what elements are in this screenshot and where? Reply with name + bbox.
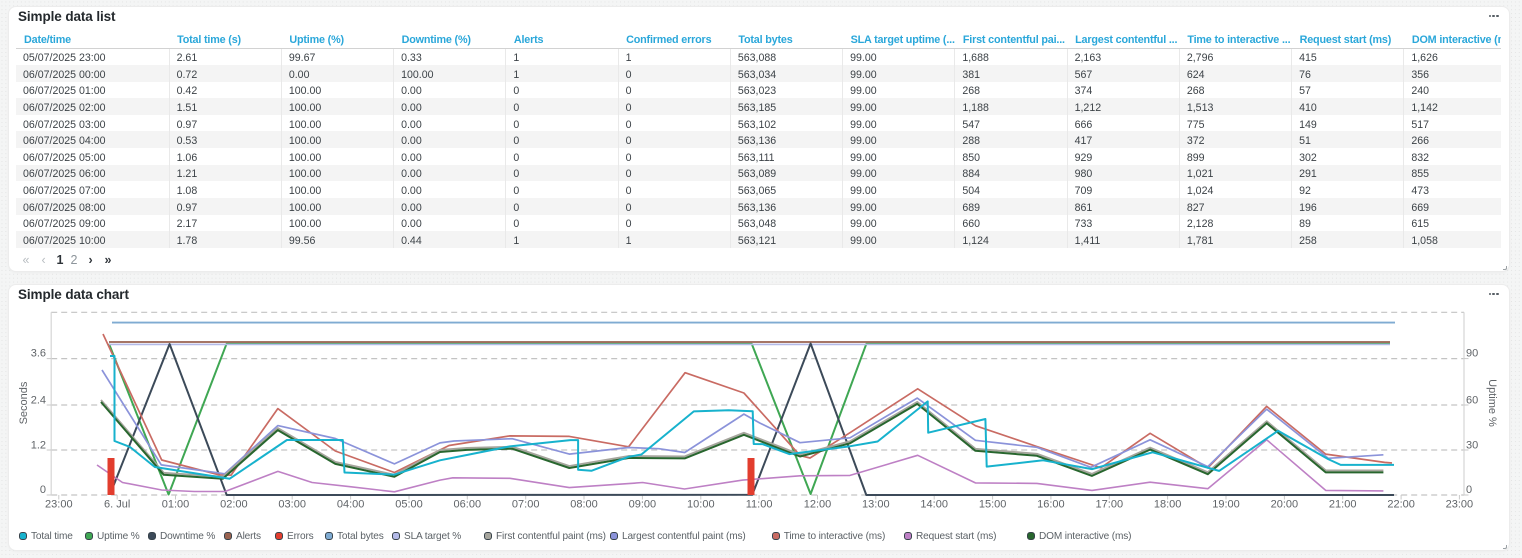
svg-text:02:00: 02:00: [220, 499, 248, 511]
svg-text:23:00: 23:00: [45, 499, 73, 511]
svg-text:08:00: 08:00: [570, 499, 598, 511]
svg-text:23:00: 23:00: [1446, 499, 1474, 511]
svg-text:19:00: 19:00: [1212, 499, 1240, 511]
svg-text:90: 90: [1466, 348, 1478, 360]
svg-text:13:00: 13:00: [862, 499, 890, 511]
svg-text:17:00: 17:00: [1096, 499, 1124, 511]
svg-text:6. Jul: 6. Jul: [104, 499, 130, 511]
svg-text:04:00: 04:00: [337, 499, 365, 511]
svg-text:30: 30: [1466, 439, 1478, 451]
svg-text:06:00: 06:00: [454, 499, 482, 511]
svg-text:1.2: 1.2: [31, 439, 46, 451]
svg-text:01:00: 01:00: [162, 499, 190, 511]
svg-text:16:00: 16:00: [1037, 499, 1065, 511]
svg-text:60: 60: [1466, 394, 1478, 406]
svg-text:11:00: 11:00: [746, 499, 773, 511]
svg-text:10:00: 10:00: [687, 499, 715, 511]
svg-text:14:00: 14:00: [920, 499, 948, 511]
svg-text:03:00: 03:00: [278, 499, 306, 511]
svg-text:0: 0: [40, 484, 46, 496]
svg-text:21:00: 21:00: [1329, 499, 1357, 511]
svg-text:20:00: 20:00: [1271, 499, 1299, 511]
svg-text:07:00: 07:00: [512, 499, 540, 511]
svg-text:12:00: 12:00: [804, 499, 832, 511]
svg-text:0: 0: [1466, 484, 1472, 496]
svg-text:2.4: 2.4: [31, 394, 46, 406]
svg-text:09:00: 09:00: [629, 499, 657, 511]
svg-text:05:00: 05:00: [395, 499, 423, 511]
svg-text:15:00: 15:00: [979, 499, 1007, 511]
svg-text:3.6: 3.6: [31, 348, 46, 360]
svg-text:18:00: 18:00: [1154, 499, 1182, 511]
svg-text:22:00: 22:00: [1387, 499, 1415, 511]
